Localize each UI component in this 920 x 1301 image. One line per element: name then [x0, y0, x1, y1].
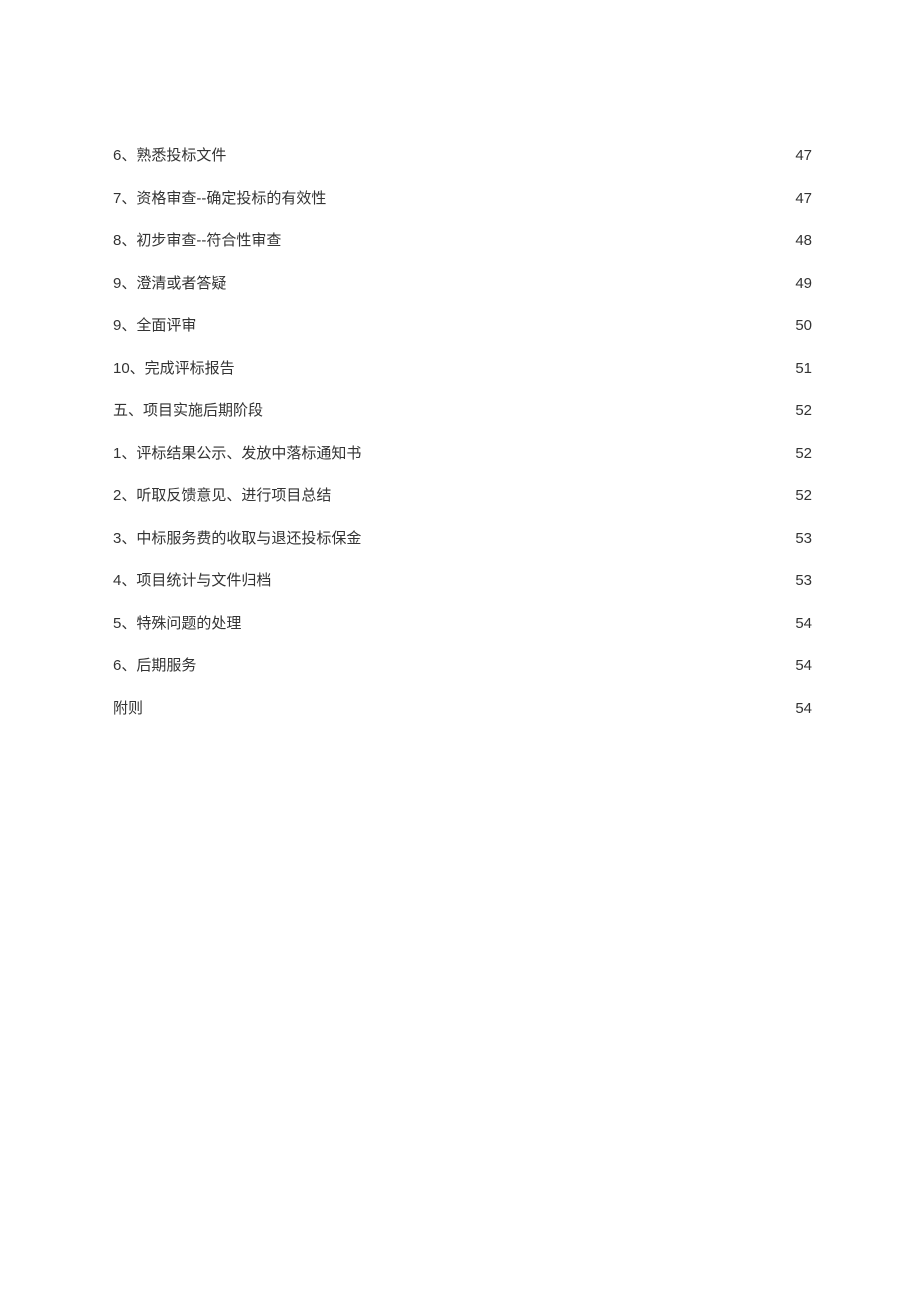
toc-title: 9、全面评审 [113, 315, 196, 338]
toc-page: 52 [795, 400, 812, 423]
toc-entry: 10、完成评标报告 51 [113, 358, 812, 381]
toc-page: 47 [795, 145, 812, 168]
toc-title: 5、特殊问题的处理 [113, 613, 241, 636]
toc-page: 51 [795, 358, 812, 381]
toc-entry: 7、资格审查--确定投标的有效性 47 [113, 188, 812, 211]
toc-entry: 6、熟悉投标文件 47 [113, 145, 812, 168]
toc-title: 9、澄清或者答疑 [113, 273, 226, 296]
toc-title: 2、听取反馈意见、进行项目总结 [113, 485, 331, 508]
toc-entry: 附则 54 [113, 698, 812, 721]
toc-title: 10、完成评标报告 [113, 358, 235, 381]
toc-entry: 9、全面评审 50 [113, 315, 812, 338]
toc-entry: 5、特殊问题的处理 54 [113, 613, 812, 636]
toc-title: 1、评标结果公示、发放中落标通知书 [113, 443, 361, 466]
toc-entry: 2、听取反馈意见、进行项目总结 52 [113, 485, 812, 508]
toc-entry: 五、项目实施后期阶段 52 [113, 400, 812, 423]
toc-page: 53 [795, 570, 812, 593]
toc-page: 54 [795, 613, 812, 636]
toc-title: 7、资格审查--确定投标的有效性 [113, 188, 326, 211]
toc-entry: 3、中标服务费的收取与退还投标保金 53 [113, 528, 812, 551]
toc-page: 54 [795, 655, 812, 678]
toc-entry: 9、澄清或者答疑 49 [113, 273, 812, 296]
toc-entry: 4、项目统计与文件归档 53 [113, 570, 812, 593]
toc-page: 54 [795, 698, 812, 721]
toc-entry: 8、初步审查--符合性审查 48 [113, 230, 812, 253]
toc-title: 五、项目实施后期阶段 [113, 400, 263, 423]
toc-title: 4、项目统计与文件归档 [113, 570, 271, 593]
toc-page: 48 [795, 230, 812, 253]
toc-title: 6、熟悉投标文件 [113, 145, 226, 168]
table-of-contents: 6、熟悉投标文件 47 7、资格审查--确定投标的有效性 47 8、初步审查--… [113, 145, 812, 720]
toc-entry: 6、后期服务 54 [113, 655, 812, 678]
toc-title: 3、中标服务费的收取与退还投标保金 [113, 528, 361, 551]
toc-page: 47 [795, 188, 812, 211]
toc-page: 49 [795, 273, 812, 296]
toc-title: 6、后期服务 [113, 655, 196, 678]
toc-page: 50 [795, 315, 812, 338]
toc-title: 8、初步审查--符合性审查 [113, 230, 281, 253]
toc-title: 附则 [113, 698, 143, 721]
toc-entry: 1、评标结果公示、发放中落标通知书 52 [113, 443, 812, 466]
toc-page: 52 [795, 485, 812, 508]
toc-page: 53 [795, 528, 812, 551]
toc-page: 52 [795, 443, 812, 466]
